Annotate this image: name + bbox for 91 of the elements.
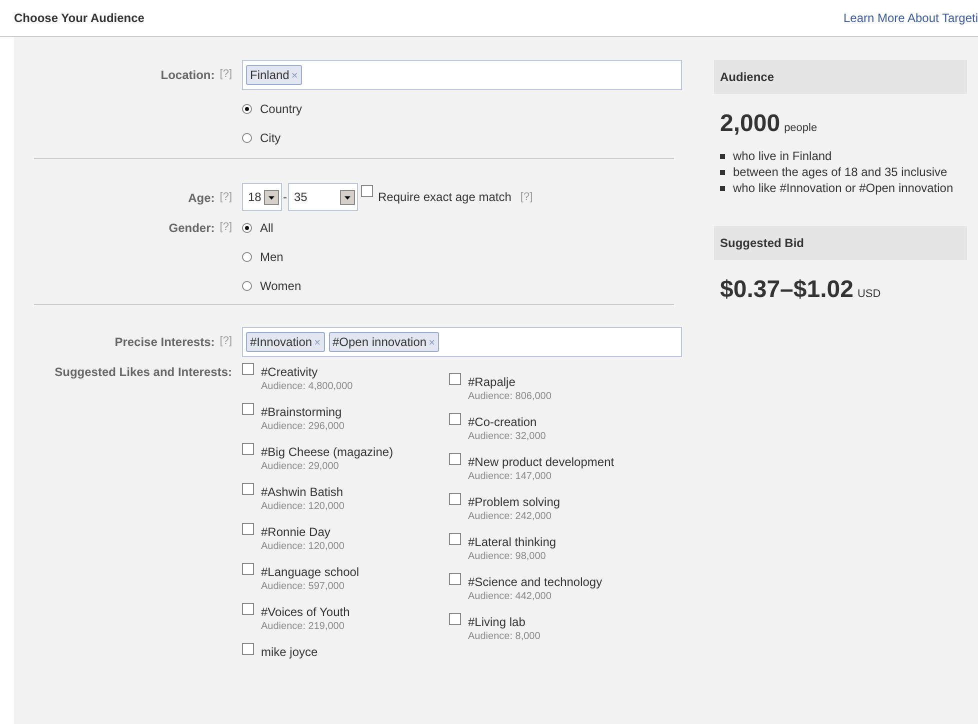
checkbox[interactable] [242, 603, 254, 615]
radio-label: Country [260, 102, 302, 116]
radio-label: Women [260, 278, 302, 292]
sidebar-heading: Suggested Bid [714, 226, 967, 260]
audience-count: 2,000 [720, 110, 780, 138]
audience-count: Audience: 120,000 [261, 541, 344, 552]
audience-criterion: between the ages of 18 and 35 inclusive [733, 165, 948, 179]
checkbox[interactable] [449, 613, 461, 625]
audience-count: Audience: 147,000 [468, 471, 552, 482]
interest-name: #Lateral thinking [468, 535, 556, 549]
radio-button[interactable] [242, 222, 252, 232]
audience-count: Audience: 8,000 [468, 631, 540, 642]
checkbox[interactable] [242, 523, 254, 535]
interest-name: #Co-creation [468, 415, 537, 429]
interest-name: #Problem solving [468, 495, 560, 509]
checkbox[interactable] [242, 363, 254, 375]
checkbox[interactable] [242, 563, 254, 575]
interest-name: #Creativity [261, 365, 318, 379]
age-to-select[interactable]: 35 [288, 183, 358, 211]
remove-token-button[interactable]: × [428, 337, 436, 349]
field-label: Gender: [168, 221, 215, 235]
audience-count: Audience: 806,000 [468, 391, 552, 402]
audience-count: Audience: 98,000 [468, 551, 547, 562]
sidebar-heading: Audience [714, 60, 967, 94]
section-title: Choose Your Audience [14, 11, 144, 25]
token-tag: Finland × [246, 65, 302, 85]
help-link[interactable]: [?] [220, 335, 232, 349]
audience-count: Audience: 32,000 [468, 431, 546, 442]
unit-label: people [784, 122, 818, 134]
radio-label: City [260, 130, 281, 144]
audience-count: Audience: 120,000 [261, 501, 344, 512]
interest-name: #Big Cheese (magazine) [261, 445, 394, 459]
checkbox[interactable] [242, 483, 254, 495]
help-link[interactable]: [?] [220, 191, 232, 205]
audience-count: Audience: 442,000 [468, 591, 552, 602]
audience-count: Audience: 4,800,000 [261, 381, 353, 392]
currency-label: USD [857, 288, 881, 300]
audience-count: Audience: 242,000 [468, 511, 552, 522]
radio-label: Men [260, 250, 284, 264]
interest-name: #Science and technology [468, 575, 602, 589]
bid-range: $0.37–$1.02 [720, 276, 854, 304]
checkbox[interactable] [242, 643, 254, 655]
interest-name: #Voices of Youth [261, 605, 350, 619]
token-input-field[interactable]: Finland × [242, 60, 682, 90]
interest-name: #Ashwin Batish [261, 485, 344, 499]
checkbox[interactable] [449, 373, 461, 385]
field-label: Location: [160, 68, 215, 82]
token-tag: #Open innovation × [328, 332, 440, 352]
interest-name: #Living lab [468, 615, 526, 629]
checkbox[interactable] [242, 403, 254, 415]
checkbox[interactable] [449, 453, 461, 465]
range-separator: - [283, 190, 287, 204]
checkbox[interactable] [361, 185, 373, 197]
age-from-select[interactable]: 18 [242, 183, 282, 211]
audience-count: Audience: 296,000 [261, 421, 344, 432]
radio-label: All [260, 220, 274, 234]
help-link[interactable]: [?] [220, 68, 232, 82]
interest-name: #Ronnie Day [261, 525, 330, 539]
interest-name: #New product development [468, 455, 614, 469]
radio-button[interactable] [242, 132, 252, 142]
audience-count: Audience: 219,000 [261, 621, 346, 632]
checkbox[interactable] [449, 533, 461, 545]
audience-count: Audience: 597,000 [261, 581, 346, 592]
field-label: Suggested Likes and Interests: [54, 365, 232, 379]
bullet-icon [720, 186, 725, 190]
learn-more-link[interactable]: Learn More About Targeti [843, 11, 978, 25]
field-label: Precise Interests: [114, 335, 215, 349]
audience-count: Audience: 29,000 [261, 461, 340, 472]
remove-token-button[interactable]: × [291, 70, 298, 82]
remove-token-button[interactable]: × [314, 337, 320, 349]
help-link[interactable]: [?] [220, 221, 232, 235]
radio-button[interactable] [242, 104, 252, 114]
checkbox[interactable] [449, 413, 461, 425]
radio-button[interactable] [242, 280, 252, 290]
radio-button[interactable] [242, 252, 252, 262]
checkbox-label: Require exact age match [378, 190, 512, 204]
help-link[interactable]: [?] [520, 191, 533, 203]
audience-criterion: who live in Finland [733, 149, 832, 163]
checkbox[interactable] [449, 573, 461, 585]
checkbox[interactable] [242, 443, 254, 455]
bullet-icon [720, 170, 725, 174]
interest-name: #Brainstorming [261, 405, 342, 419]
token-tag: #Innovation × [246, 332, 324, 352]
token-input-field[interactable]: #Innovation × #Open innovation × [242, 327, 682, 357]
checkbox[interactable] [449, 493, 461, 505]
interest-name: #Rapalje [468, 375, 516, 389]
interest-name: #Language school [261, 565, 360, 579]
bullet-icon [720, 154, 725, 158]
field-label: Age: [188, 191, 215, 205]
interest-name: mike joyce [261, 645, 318, 659]
audience-criterion: who like #Innovation or #Open innovation [733, 181, 954, 195]
